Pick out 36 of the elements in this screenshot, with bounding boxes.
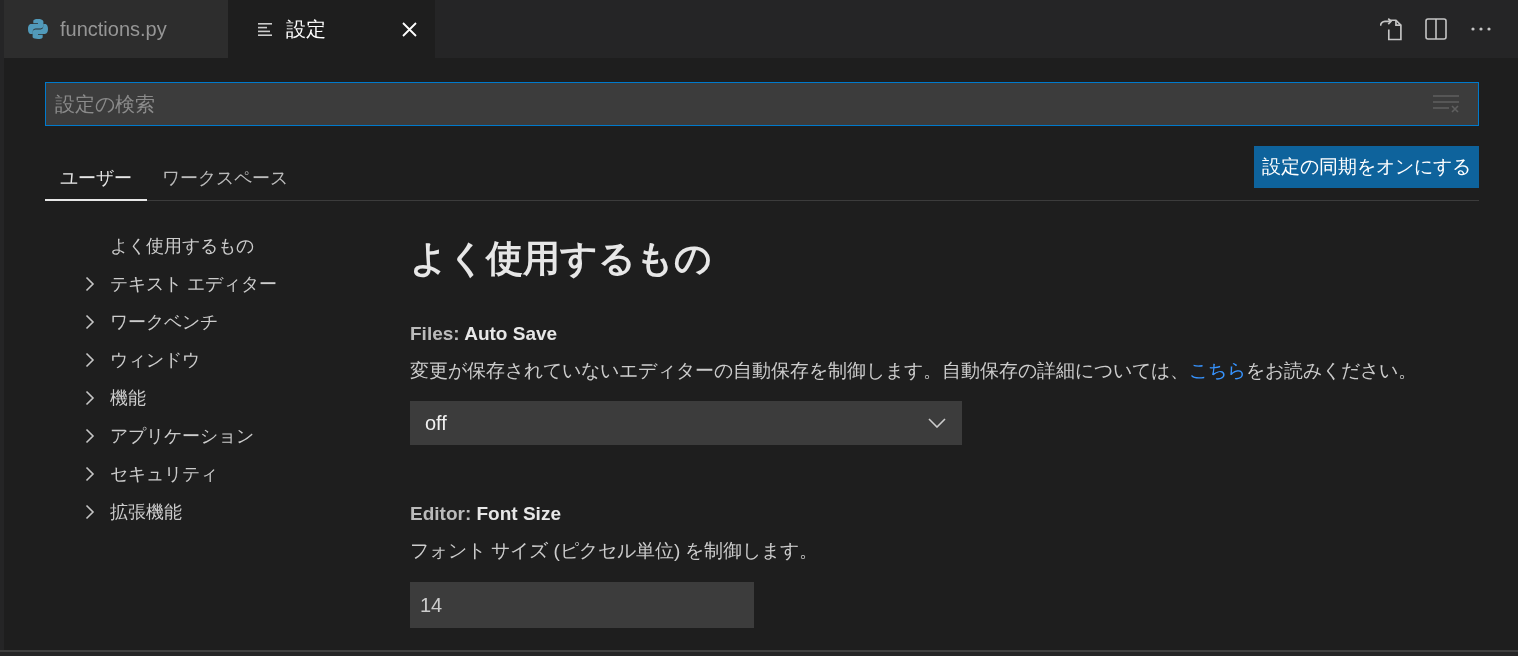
- link[interactable]: こちら: [1189, 360, 1246, 381]
- list-icon: [258, 22, 272, 36]
- number-input[interactable]: 14: [410, 582, 754, 628]
- setting-title: Editor: Font Size: [410, 502, 562, 526]
- split-view-icon[interactable]: [1425, 18, 1447, 40]
- section-title: よく使用するもの: [410, 237, 713, 281]
- editor-tab[interactable]: 設定: [228, 0, 435, 58]
- toc-item[interactable]: テキスト エディター: [45, 265, 410, 303]
- search-field[interactable]: 設定の検索: [45, 82, 1479, 126]
- dropdown[interactable]: off: [410, 401, 962, 445]
- toc-item[interactable]: よく使用するもの: [45, 227, 410, 265]
- toc-item[interactable]: ワークベンチ: [45, 303, 410, 341]
- toc-item[interactable]: アプリケーション: [45, 417, 410, 455]
- setting-description: フォント サイズ (ピクセル単位) を制御します。: [410, 539, 820, 563]
- chevron-icon[interactable]: [85, 504, 95, 520]
- chevron-icon[interactable]: [85, 276, 95, 292]
- chevron-icon[interactable]: [85, 428, 95, 444]
- setting-title: Files: Auto Save: [410, 322, 559, 346]
- toc-item[interactable]: ウィンドウ: [45, 341, 410, 379]
- scope-tab[interactable]: ユーザー: [45, 157, 147, 201]
- chevron-down-icon: [928, 418, 946, 428]
- chevron-icon[interactable]: [85, 352, 95, 368]
- setting-description: 変更が保存されていないエディターの自動保存を制御します。自動保存の詳細については、こちら をお読みください。: [410, 359, 1418, 383]
- toc-item[interactable]: セキュリティ: [45, 455, 410, 493]
- more-icon[interactable]: [1471, 27, 1491, 31]
- chevron-icon[interactable]: [85, 390, 95, 406]
- chevron-icon[interactable]: [85, 466, 95, 482]
- close-icon[interactable]: [402, 21, 417, 37]
- python-icon: [28, 19, 48, 39]
- document-arrow-icon[interactable]: [1380, 17, 1402, 41]
- scope-tab[interactable]: ワークスペース: [147, 157, 303, 201]
- sync-button[interactable]: 設定の同期をオンにする: [1254, 146, 1479, 188]
- toc-item[interactable]: 拡張機能: [45, 493, 410, 531]
- chevron-icon[interactable]: [85, 314, 95, 330]
- editor-tab[interactable]: functions.py: [4, 0, 228, 58]
- toc-item[interactable]: 機能: [45, 379, 410, 417]
